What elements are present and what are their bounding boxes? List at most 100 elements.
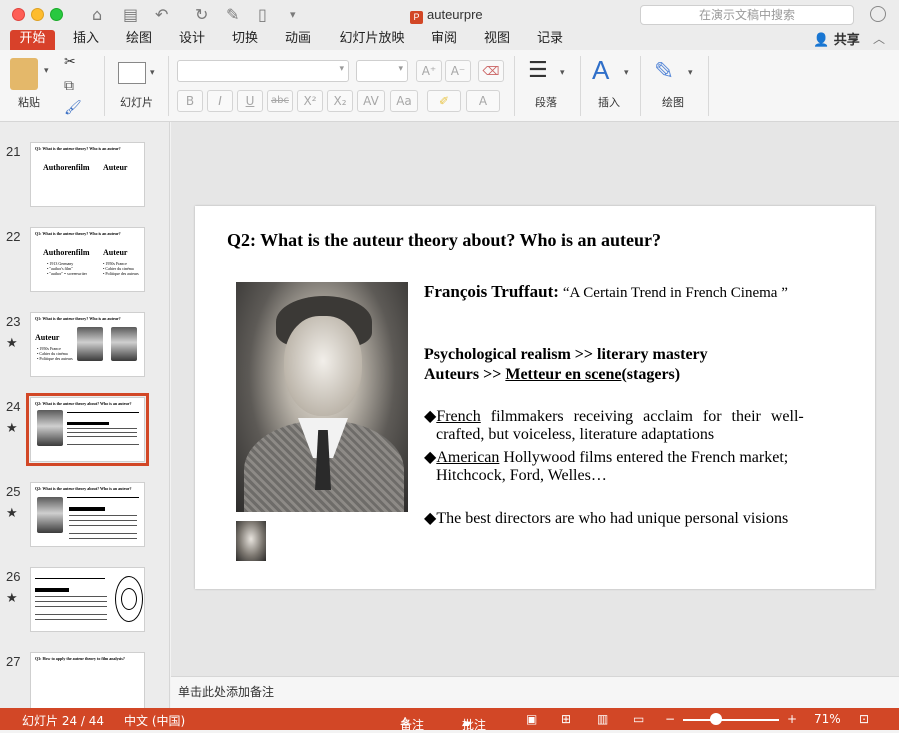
tab-view[interactable]: 视图 — [477, 30, 517, 50]
ribbon: ▾ 粘贴 ✂ ⧉ 🖌 ▾ 幻灯片 ▾ ▾ A⁺ A⁻ ⌫ B I U abc X… — [0, 50, 899, 122]
save-icon[interactable]: ▤ — [123, 5, 138, 25]
share-button[interactable]: 👤 共享 — [813, 29, 860, 48]
zoom-out-icon[interactable]: − — [665, 712, 675, 726]
truffaut-heading[interactable]: François Truffaut: “A Certain Trend in F… — [424, 282, 788, 302]
animation-star-icon: ★ — [6, 506, 18, 521]
tab-slideshow[interactable]: 幻灯片放映 — [334, 30, 410, 50]
bullet-american-films-cont[interactable]: Hitchcock, Ford, Welles… — [436, 467, 607, 485]
home-icon[interactable]: ⌂ — [92, 5, 102, 25]
paragraph-icon[interactable]: ☰ — [528, 60, 548, 82]
status-bar: 幻灯片 24 / 44 中文 (中国) ≙ 备注 ▰ 批注 ▣ ⊞ ▥ ▭ − … — [0, 708, 899, 732]
paragraph-dropdown-icon[interactable]: ▾ — [560, 68, 565, 78]
search-input[interactable]: 在演示文稿中搜索 — [640, 5, 854, 25]
insert-text-icon[interactable]: A — [592, 56, 609, 84]
decrease-font-icon[interactable]: A⁻ — [445, 60, 471, 82]
slide-sorter-icon[interactable]: ⊞ — [561, 712, 571, 726]
slide-thumbnail-25[interactable]: Q2: What is the auteur theory about? Who… — [30, 482, 145, 547]
add-person-icon: 👤 — [813, 33, 830, 48]
clear-format-icon[interactable]: ⌫ — [478, 60, 504, 82]
tab-insert[interactable]: 插入 — [66, 30, 106, 50]
cut-icon[interactable]: ✂ — [64, 54, 76, 70]
tab-transitions[interactable]: 切换 — [225, 30, 265, 50]
draw-dropdown-icon[interactable]: ▾ — [688, 68, 693, 78]
redo-icon[interactable]: ↻ — [195, 5, 208, 25]
notes-placeholder: 单击此处添加备注 — [178, 685, 275, 699]
font-color-button[interactable]: A — [466, 90, 500, 112]
reading-view-icon[interactable]: ▥ — [597, 712, 608, 726]
highlight-icon[interactable]: ✐ — [427, 90, 461, 112]
tab-design[interactable]: 设计 — [172, 30, 212, 50]
account-icon[interactable] — [870, 6, 886, 22]
truffaut-portrait-photo[interactable] — [236, 282, 408, 512]
undo-icon[interactable]: ↶ — [155, 5, 168, 25]
tab-animations[interactable]: 动画 — [278, 30, 318, 50]
small-portrait-photo[interactable] — [236, 521, 266, 561]
separator — [640, 56, 641, 116]
copy-icon[interactable]: ⧉ — [64, 78, 74, 94]
slide-thumbnail-27[interactable]: Q3: How to apply the auteur theory to fi… — [30, 652, 145, 708]
increase-font-icon[interactable]: A⁺ — [416, 60, 442, 82]
portrait-thumbnail — [37, 410, 63, 446]
tab-review[interactable]: 审阅 — [424, 30, 464, 50]
slide-label: 幻灯片 — [120, 97, 153, 109]
superscript-button[interactable]: X² — [297, 90, 323, 112]
character-spacing-button[interactable]: AV — [357, 90, 385, 112]
slide-canvas[interactable]: Q2: What is the auteur theory about? Who… — [171, 122, 899, 676]
slide-number: 21 — [6, 144, 21, 159]
slide-title[interactable]: Q2: What is the auteur theory about? Who… — [227, 230, 661, 251]
notes-pane[interactable]: 单击此处添加备注 — [171, 676, 899, 708]
font-family-select[interactable]: ▾ — [177, 60, 349, 82]
slide-thumbnail-23[interactable]: Q1: What is the auteur theory? Who is an… — [30, 312, 145, 377]
bullet-best-directors[interactable]: ◆The best directors are who had unique p… — [424, 508, 788, 528]
bullet-american-films[interactable]: ◆American Hollywood films entered the Fr… — [424, 447, 788, 467]
zoom-window-button[interactable] — [50, 8, 63, 21]
draw-brush-icon[interactable]: ✎ — [654, 58, 674, 84]
zoom-slider[interactable] — [683, 719, 779, 721]
insert-label: 插入 — [598, 97, 620, 109]
language-indicator[interactable]: 中文 (中国) — [124, 712, 185, 729]
slide-number: 27 — [6, 654, 21, 669]
bullet-french-filmmakers-cont[interactable]: crafted, but voiceless, literature adapt… — [436, 426, 714, 444]
paste-label: 粘贴 — [18, 97, 40, 109]
bullet-french-filmmakers[interactable]: ◆French filmmakers receiving acclaim for… — [424, 406, 864, 426]
new-doc-icon[interactable]: ▯ — [258, 5, 267, 25]
collapse-ribbon-icon[interactable]: ︿ — [873, 30, 885, 47]
italic-button[interactable]: I — [207, 90, 233, 112]
zoom-level[interactable]: 71% — [814, 712, 841, 726]
new-slide-dropdown-icon[interactable]: ▾ — [150, 68, 155, 78]
animation-star-icon: ★ — [6, 336, 18, 351]
underline-button[interactable]: U — [237, 90, 263, 112]
new-slide-icon[interactable] — [118, 62, 146, 84]
slide-24[interactable]: Q2: What is the auteur theory about? Who… — [195, 206, 875, 589]
slide-thumbnail-26[interactable] — [30, 567, 145, 632]
close-window-button[interactable] — [12, 8, 25, 21]
slide-number: 26 — [6, 569, 21, 584]
edit-icon[interactable]: ✎ — [226, 5, 239, 25]
psychological-realism-line[interactable]: Psychological realism >> literary master… — [424, 346, 708, 364]
tab-draw[interactable]: 绘图 — [119, 30, 159, 50]
fit-to-window-icon[interactable]: ⊡ — [859, 712, 869, 726]
zoom-in-icon[interactable]: + — [787, 712, 797, 726]
minimize-window-button[interactable] — [31, 8, 44, 21]
change-case-button[interactable]: Aa — [390, 90, 418, 112]
subscript-button[interactable]: X₂ — [327, 90, 353, 112]
slide-thumbnail-24[interactable]: Q2: What is the auteur theory about? Who… — [26, 393, 149, 466]
slideshow-icon[interactable]: ▭ — [633, 712, 644, 726]
paste-dropdown-icon[interactable]: ▾ — [44, 66, 49, 76]
separator — [104, 56, 105, 116]
tab-home[interactable]: 开始 — [10, 30, 55, 50]
auteurs-line[interactable]: Auteurs >> Metteur en scene(stagers) — [424, 366, 680, 384]
customize-toolbar-icon[interactable]: ▾ — [290, 5, 296, 25]
insert-dropdown-icon[interactable]: ▾ — [624, 68, 629, 78]
slide-thumbnail-22[interactable]: Q1: What is the auteur theory? Who is an… — [30, 227, 145, 292]
format-painter-icon[interactable]: 🖌 — [64, 100, 82, 116]
slide-thumbnail-panel[interactable]: 21 Q1: What is the auteur theory? Who is… — [0, 122, 170, 708]
bold-button[interactable]: B — [177, 90, 203, 112]
zoom-slider-thumb[interactable] — [710, 713, 722, 725]
slide-thumbnail-21[interactable]: Q1: What is the auteur theory? Who is an… — [30, 142, 145, 207]
strikethrough-button[interactable]: abc — [267, 90, 293, 112]
paste-icon[interactable] — [10, 58, 38, 90]
font-size-select[interactable]: ▾ — [356, 60, 408, 82]
tab-record[interactable]: 记录 — [530, 30, 570, 50]
normal-view-icon[interactable]: ▣ — [526, 712, 537, 726]
